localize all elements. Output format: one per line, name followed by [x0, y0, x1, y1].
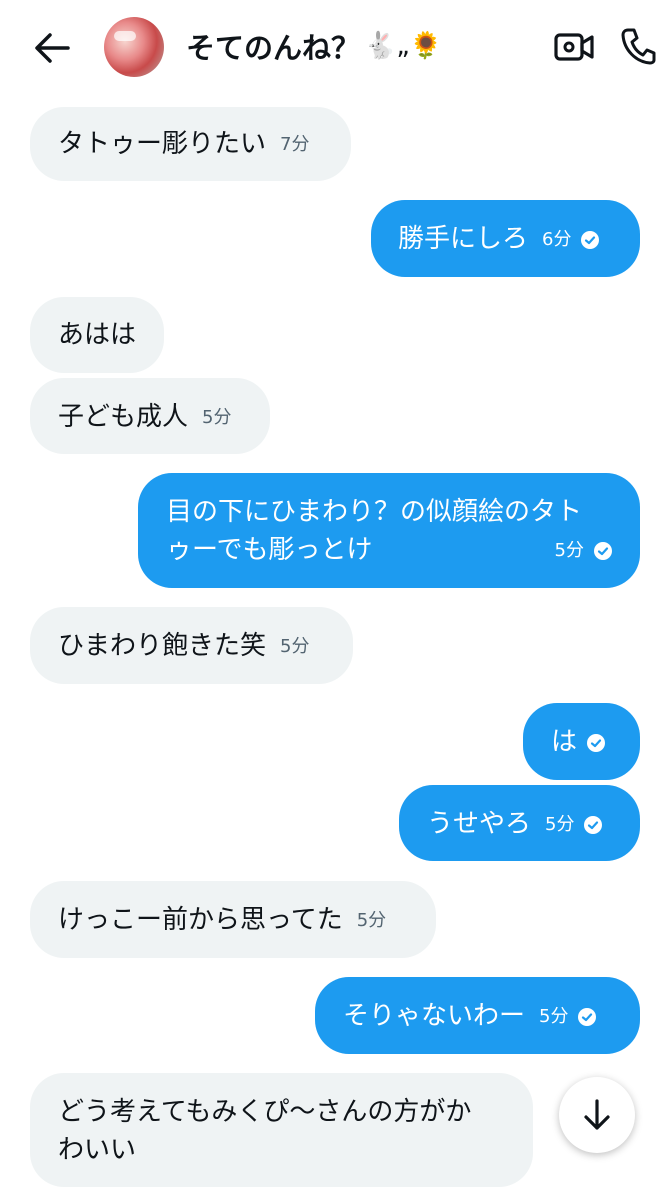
message-time: 7分 [280, 133, 310, 155]
message-text-line: ゥーでも彫っとけ [166, 535, 373, 565]
message-time: 5分 [202, 406, 232, 428]
message-bubble-incoming[interactable]: あはは [30, 297, 164, 373]
video-call-icon [554, 33, 594, 61]
message-text-line: わいい [58, 1135, 137, 1165]
message-time: 6分 [542, 228, 572, 250]
message-bubble-incoming[interactable]: タトゥー彫りたい 7分 [30, 107, 351, 181]
message-time: 5分 [554, 539, 584, 561]
message-text: あはは [58, 320, 137, 350]
read-check-icon [584, 815, 603, 834]
message-bubble-outgoing[interactable]: そりゃないわー 5分 [315, 977, 640, 1054]
message-bubble-outgoing[interactable]: 目の下にひまわり？の似顔絵のタト ゥーでも彫っとけ 5分 [138, 473, 640, 588]
scroll-to-bottom-button[interactable] [559, 1077, 635, 1153]
message-bubble-outgoing[interactable]: は [523, 703, 640, 780]
message-bubble-incoming[interactable]: ひまわり飽きた笑 5分 [30, 607, 353, 684]
message-text: ひまわり飽きた笑 [58, 631, 267, 661]
message-time: 5分 [539, 1005, 569, 1027]
read-check-icon [578, 1007, 597, 1026]
message-bubble-incoming[interactable]: 子ども成人 5分 [30, 378, 270, 454]
contact-name-emojis: 🐇„🌻 [364, 31, 443, 61]
message-bubble-incoming[interactable]: けっこー前から思ってた 5分 [30, 881, 436, 958]
message-text: 勝手にしろ [398, 224, 529, 254]
phone-call-button[interactable] [617, 24, 659, 68]
message-text: うせやろ [427, 809, 532, 839]
message-time: 5分 [545, 813, 575, 835]
back-arrow-icon [35, 33, 70, 63]
avatar[interactable] [104, 17, 164, 77]
message-text: タトゥー彫りたい [58, 129, 267, 159]
message-bubble-outgoing[interactable]: 勝手にしろ 6分 [371, 200, 640, 277]
contact-name: そてのんね？ [186, 31, 361, 65]
conversation-title[interactable]: そてのんね？ 🐇„🌻 [186, 24, 442, 68]
read-check-icon [581, 230, 600, 249]
message-time: 5分 [280, 635, 310, 657]
arrow-down-icon [584, 1099, 610, 1130]
message-text-line: どう考えてもみくぴ〜さんの方がか [58, 1097, 472, 1127]
read-check-icon [587, 733, 606, 752]
message-time: 5分 [356, 909, 387, 931]
video-call-button[interactable] [553, 26, 595, 68]
back-button[interactable] [28, 28, 76, 68]
message-text: 子ども成人 [58, 402, 189, 432]
conversation-header: そてのんね？ 🐇„🌻 [0, 0, 670, 94]
phone-icon [621, 28, 656, 65]
message-bubble-incoming[interactable]: どう考えてもみくぴ〜さんの方がか わいい [30, 1073, 533, 1187]
read-check-icon [594, 541, 612, 560]
message-text: けっこー前から思ってた [58, 905, 343, 935]
message-text: そりゃないわー [343, 1001, 526, 1031]
message-text: は [551, 727, 578, 757]
message-bubble-outgoing[interactable]: うせやろ 5分 [399, 785, 640, 861]
message-text-line: 目の下にひまわり？の似顔絵のタト [166, 497, 583, 527]
